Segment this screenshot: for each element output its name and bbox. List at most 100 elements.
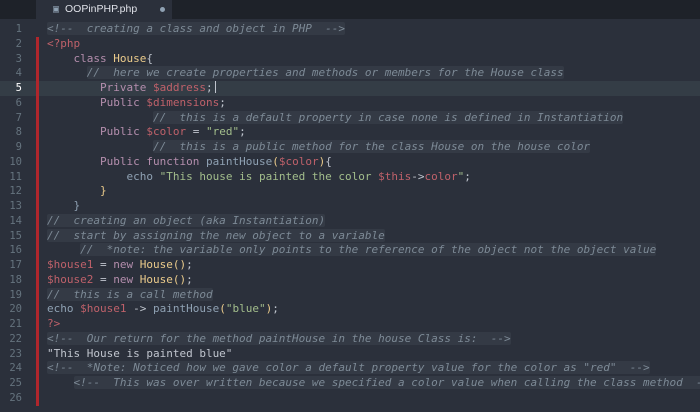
code-line[interactable]: 12 } xyxy=(0,184,700,199)
line-number: 16 xyxy=(9,244,22,257)
code-text: // *note: the variable only points to th… xyxy=(80,243,657,257)
code-line[interactable]: 1 <!-- creating a class and object in PHP… xyxy=(0,22,700,37)
code-line[interactable]: 4 // here we create properties and metho… xyxy=(0,66,700,81)
tab-label: OOPinPHP.php xyxy=(65,3,138,15)
code-text: $house2 = new House(); xyxy=(47,272,193,286)
line-number: 21 xyxy=(9,318,22,330)
line-number: 1 xyxy=(15,23,22,35)
text-cursor xyxy=(214,81,216,93)
modified-line-marker xyxy=(36,169,39,185)
modified-line-marker xyxy=(36,51,39,67)
modified-line-marker xyxy=(36,331,39,347)
code-editor[interactable]: 1 <!-- creating a class and object in PHP… xyxy=(0,19,700,412)
code-text: // creating an object (aka Instantiation… xyxy=(47,213,326,227)
line-number: 3 xyxy=(15,52,22,65)
code-line[interactable]: 22 <!-- Our return for the method paintHo… xyxy=(0,331,700,347)
code-line[interactable]: 15 // start by assigning the new object t… xyxy=(0,228,700,244)
modified-line-marker xyxy=(36,199,39,214)
modified-line-marker xyxy=(36,81,39,96)
line-number: 24 xyxy=(9,362,22,375)
code-text: Public function paintHouse($color){ xyxy=(99,154,332,168)
modified-line-marker xyxy=(36,390,39,406)
line-number: 25 xyxy=(9,377,22,389)
code-line[interactable]: 23 "This House is painted blue" xyxy=(0,346,700,362)
code-text: <?php xyxy=(47,36,81,50)
code-line[interactable]: 25 <!-- This was over written because we… xyxy=(0,376,700,391)
line-number: 2 xyxy=(15,37,22,50)
code-line[interactable]: 21 ?> xyxy=(0,317,700,332)
line-number: 22 xyxy=(9,332,22,345)
line-number: 12 xyxy=(9,185,22,198)
tab-bar: ▣ OOPinPHP.php xyxy=(0,0,700,19)
line-number: 17 xyxy=(9,259,22,271)
modified-line-marker xyxy=(36,66,39,81)
modified-line-marker xyxy=(36,346,39,362)
code-line[interactable]: 14 // creating an object (aka Instantiati… xyxy=(0,213,700,229)
line-number: 13 xyxy=(9,200,22,212)
code-line[interactable]: 17 $house1 = new House(); xyxy=(0,258,700,273)
modified-line-marker xyxy=(36,95,39,111)
modified-line-marker xyxy=(36,154,39,170)
line-number: 10 xyxy=(9,155,22,168)
code-text: ?> xyxy=(47,317,61,330)
line-number: 8 xyxy=(15,126,22,139)
code-text: // this is a public method for the class… xyxy=(152,140,591,153)
code-line[interactable]: 10 Public function paintHouse($color){ xyxy=(0,154,700,170)
line-number: 23 xyxy=(9,347,22,360)
code-line[interactable]: 2 <?php xyxy=(0,36,700,52)
line-number: 11 xyxy=(9,170,22,183)
line-number: 20 xyxy=(9,303,22,316)
code-line[interactable]: 9 // this is a public method for the cla… xyxy=(0,140,700,155)
code-line[interactable]: 5 Private $address; xyxy=(0,81,700,96)
unsaved-dot-icon xyxy=(160,7,165,12)
line-number: 14 xyxy=(9,214,22,227)
line-number: 6 xyxy=(15,96,22,109)
line-number: 18 xyxy=(9,273,22,286)
modified-line-marker xyxy=(36,140,39,155)
code-text: echo "This house is painted the color $t… xyxy=(126,169,471,183)
modified-line-marker xyxy=(36,110,39,126)
modified-line-marker xyxy=(36,287,39,303)
modified-line-marker xyxy=(36,376,39,391)
code-line[interactable]: 11 echo "This house is painted the color… xyxy=(0,169,700,185)
modified-line-marker xyxy=(36,213,39,229)
code-line[interactable]: 19 // this is a call method xyxy=(0,287,700,303)
modified-line-marker xyxy=(36,184,39,199)
code-line[interactable]: 13 } xyxy=(0,199,700,214)
modified-line-marker xyxy=(36,243,39,258)
code-line[interactable]: 26 xyxy=(0,390,700,406)
code-text: Private $address; xyxy=(47,81,216,96)
code-text: Public $color = "red"; xyxy=(99,125,246,139)
modified-line-marker xyxy=(36,228,39,244)
line-number: 4 xyxy=(15,67,22,80)
code-text: <!-- This was over written because we sp… xyxy=(47,376,700,391)
code-text: <!-- Our return for the method paintHous… xyxy=(47,331,511,345)
code-text: class House{ xyxy=(73,51,154,65)
code-text: // start by assigning the new object to … xyxy=(47,228,385,242)
code-line[interactable]: 20 echo $house1 -> paintHouse("blue"); xyxy=(0,302,700,317)
modified-line-marker xyxy=(36,317,39,332)
code-text: // here we create properties and methods… xyxy=(86,66,564,80)
code-line[interactable]: 7 // this is a default property in case … xyxy=(0,110,700,126)
code-text: Public $dimensions; xyxy=(99,95,226,109)
code-line[interactable]: 3 class House{ xyxy=(0,51,700,67)
modified-line-marker xyxy=(36,125,39,140)
code-text: // this is a default property in case no… xyxy=(152,110,624,124)
line-number: 9 xyxy=(15,141,22,153)
tab-oopinphp[interactable]: ▣ OOPinPHP.php xyxy=(36,0,172,19)
code-line[interactable]: 16 // *note: the variable only points to… xyxy=(0,243,700,258)
code-text: <!-- creating a class and object in PHP … xyxy=(47,22,346,35)
line-number: 15 xyxy=(9,229,22,242)
code-text: "This House is painted blue" xyxy=(47,346,233,360)
code-text: // this is a call method xyxy=(47,287,213,301)
modified-line-marker xyxy=(36,258,39,273)
code-line[interactable]: 8 Public $color = "red"; xyxy=(0,125,700,140)
code-line[interactable]: 18 $house2 = new House(); xyxy=(0,272,700,288)
modified-line-marker xyxy=(36,36,39,52)
code-text: } xyxy=(99,184,107,198)
code-text: $house1 = new House(); xyxy=(47,258,193,271)
code-line[interactable]: 6 Public $dimensions; xyxy=(0,95,700,111)
code-line[interactable]: 24 <!-- *Note: Noticed how we gave color … xyxy=(0,361,700,376)
code-text: <!-- *Note: Noticed how we gave color a … xyxy=(47,361,650,375)
code-text: echo $house1 -> paintHouse("blue"); xyxy=(47,302,279,316)
